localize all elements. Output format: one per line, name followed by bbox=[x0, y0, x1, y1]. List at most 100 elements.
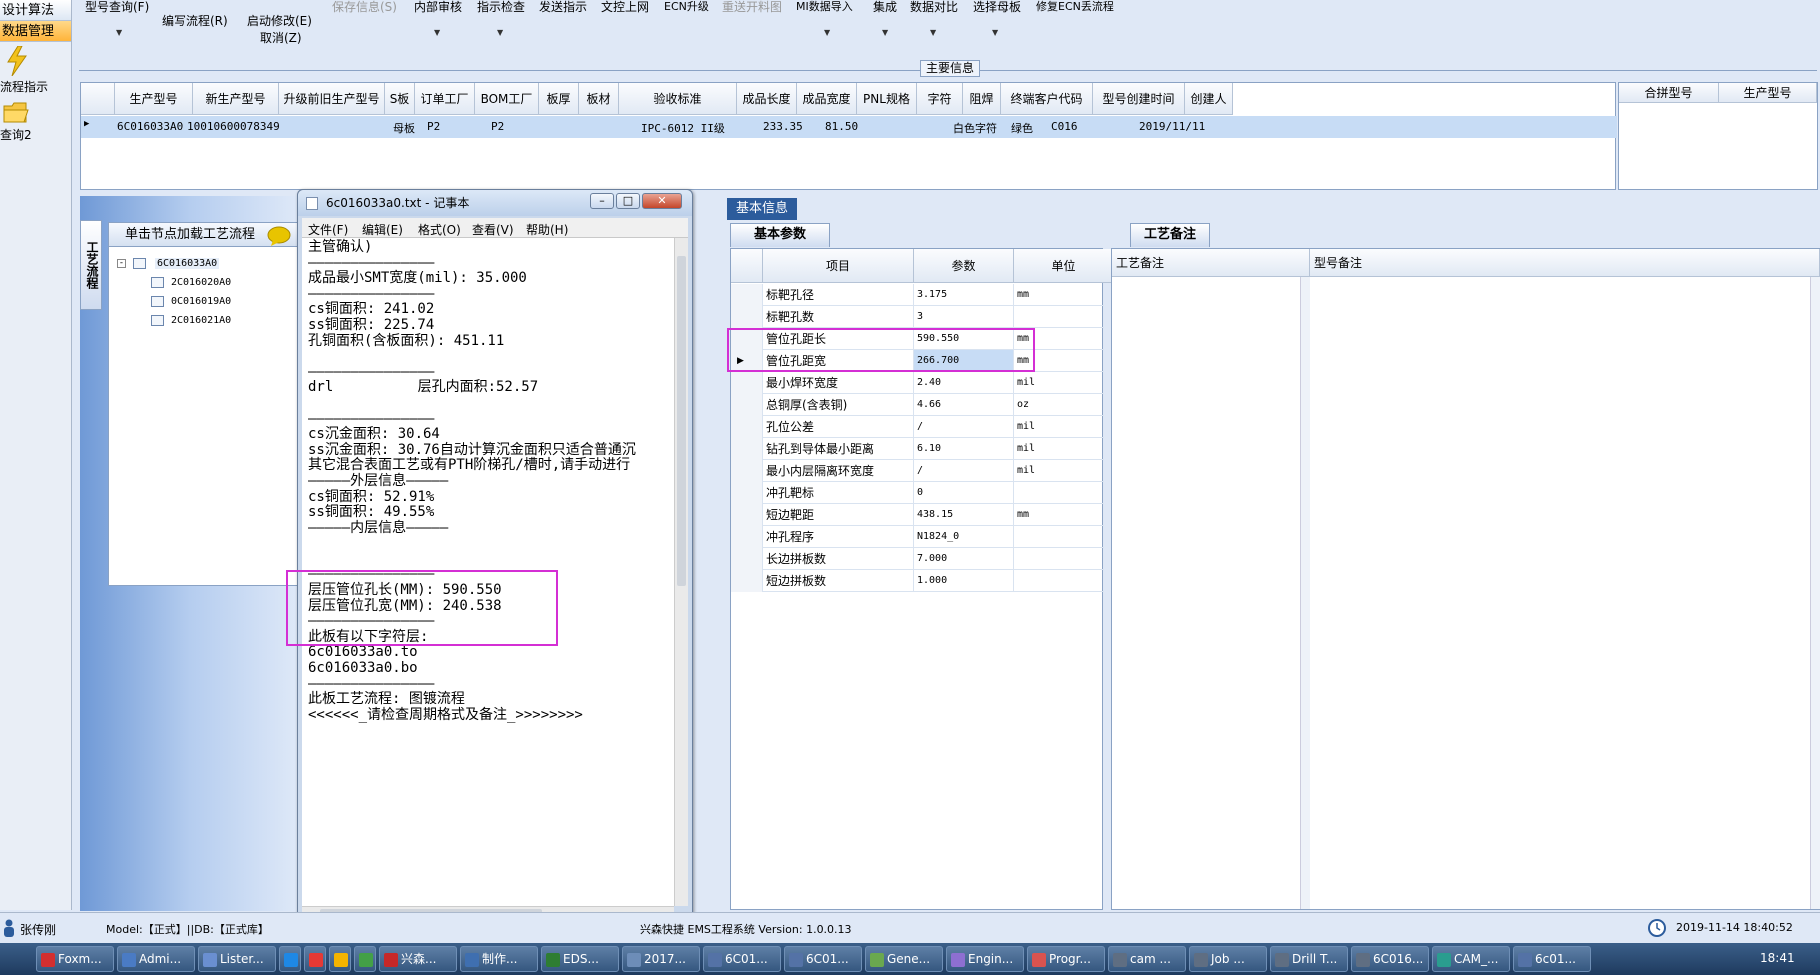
table-row[interactable]: 标靶孔数 3 bbox=[731, 306, 1114, 328]
taskbar-item[interactable]: EDS... bbox=[541, 946, 619, 972]
menu-format[interactable]: 格式(O) bbox=[418, 221, 461, 238]
resend-cutting-diagram-button[interactable]: 重送开料图 bbox=[722, 0, 782, 15]
table-cell[interactable]: / bbox=[914, 416, 1014, 438]
tab-basic-params[interactable]: 基本参数 bbox=[730, 223, 830, 247]
table-row[interactable]: 总铜厚(含表铜) 4.66 oz bbox=[731, 394, 1114, 416]
column-header[interactable]: 新生产型号 bbox=[193, 83, 279, 115]
maximize-button[interactable]: □ bbox=[616, 193, 640, 209]
taskbar-item[interactable] bbox=[329, 946, 351, 972]
minimize-button[interactable]: – bbox=[590, 193, 614, 209]
write-flow-button[interactable]: 编写流程(R) bbox=[162, 12, 228, 29]
column-header[interactable]: BOM工厂 bbox=[475, 83, 539, 115]
column-header[interactable]: 字符 bbox=[917, 83, 963, 115]
taskbar-item[interactable]: 制作... bbox=[460, 946, 538, 972]
table-cell[interactable]: 3 bbox=[914, 306, 1014, 328]
column-header[interactable]: 升级前旧生产型号 bbox=[279, 83, 385, 115]
cancel-button[interactable]: 取消(Z) bbox=[260, 29, 302, 46]
column-header[interactable]: 板材 bbox=[579, 83, 619, 115]
table-row[interactable]: 最小内层隔离环宽度 / mil bbox=[731, 460, 1114, 482]
nav-header-design-algorithm[interactable]: 设计算法 bbox=[0, 0, 71, 21]
column-header[interactable]: S板 bbox=[385, 83, 415, 115]
table-row[interactable]: 标靶孔径 3.175 mm bbox=[731, 284, 1114, 306]
column-header[interactable]: 参数 bbox=[914, 249, 1014, 283]
dropdown-arrow-icon[interactable]: ▼ bbox=[882, 28, 888, 37]
tree-node[interactable]: 2C016021A0 bbox=[171, 315, 231, 326]
table-cell[interactable]: 1.000 bbox=[914, 570, 1014, 592]
scrollbar[interactable] bbox=[1810, 277, 1820, 909]
column-header[interactable]: 成品宽度 bbox=[797, 83, 857, 115]
table-cell[interactable]: 7.000 bbox=[914, 548, 1014, 570]
column-header[interactable]: 型号备注 bbox=[1310, 249, 1820, 277]
tree-node-root[interactable]: 6C016033A0 bbox=[155, 258, 220, 269]
send-instruction-button[interactable]: 发送指示 bbox=[539, 0, 587, 15]
column-header[interactable]: 阻焊 bbox=[963, 83, 1001, 115]
column-header[interactable]: 板厚 bbox=[539, 83, 579, 115]
dropdown-arrow-icon[interactable]: ▼ bbox=[116, 28, 122, 37]
dropdown-arrow-icon[interactable]: ▼ bbox=[497, 28, 503, 37]
taskbar-item[interactable]: 6C016... bbox=[1351, 946, 1429, 972]
taskbar-item[interactable]: Lister... bbox=[198, 946, 276, 972]
taskbar-item[interactable]: Drill T... bbox=[1270, 946, 1348, 972]
select-mother-board-button[interactable]: 选择母板 bbox=[973, 0, 1021, 15]
taskbar-item[interactable]: 6c01... bbox=[1513, 946, 1591, 972]
table-row[interactable]: 长边拼板数 7.000 bbox=[731, 548, 1114, 570]
table-cell[interactable]: / bbox=[914, 460, 1014, 482]
taskbar-item[interactable] bbox=[304, 946, 326, 972]
dropdown-arrow-icon[interactable]: ▼ bbox=[434, 28, 440, 37]
column-header[interactable]: PNL规格 bbox=[857, 83, 917, 115]
ecn-upgrade-button[interactable]: ECN升级 bbox=[664, 0, 709, 14]
vertical-scrollbar[interactable] bbox=[674, 238, 688, 906]
column-header[interactable]: 工艺备注 bbox=[1112, 249, 1310, 277]
data-compare-button[interactable]: 数据对比 bbox=[910, 0, 958, 15]
taskbar-item[interactable]: 6C01... bbox=[784, 946, 862, 972]
tree-node[interactable]: 0C016019A0 bbox=[171, 296, 231, 307]
integrate-button[interactable]: 集成 bbox=[873, 0, 897, 15]
taskbar-item[interactable] bbox=[279, 946, 301, 972]
column-header[interactable]: 单位 bbox=[1014, 249, 1114, 283]
table-row[interactable]: 冲孔靶标 0 bbox=[731, 482, 1114, 504]
notepad-titlebar[interactable]: 6c016033a0.txt - 记事本 – □ ✕ bbox=[298, 190, 692, 216]
speech-bubble-icon[interactable] bbox=[267, 225, 293, 247]
table-row[interactable]: 短边靶距 438.15 mm bbox=[731, 504, 1114, 526]
table-cell[interactable]: N1824_0 bbox=[914, 526, 1014, 548]
column-header[interactable]: 型号创建时间 bbox=[1093, 83, 1185, 115]
taskbar-item[interactable]: cam ... bbox=[1108, 946, 1186, 972]
scrollbar[interactable] bbox=[1300, 277, 1310, 909]
collapse-toggle[interactable]: - bbox=[117, 259, 126, 268]
close-button[interactable]: ✕ bbox=[642, 193, 682, 209]
column-header[interactable]: 终端客户代码 bbox=[1001, 83, 1093, 115]
dropdown-arrow-icon[interactable]: ▼ bbox=[930, 28, 936, 37]
taskbar-item[interactable]: 6C01... bbox=[703, 946, 781, 972]
table-row[interactable]: ▶ 6C016033A0 10010600078349 母板 P2 P2 IPC… bbox=[81, 116, 1617, 138]
taskbar-item[interactable]: 兴森... bbox=[379, 946, 457, 972]
internal-review-button[interactable]: 内部审核 bbox=[414, 0, 462, 15]
column-header[interactable]: 合拼型号 bbox=[1619, 83, 1719, 103]
tab-process-flow[interactable]: 工艺流程 bbox=[80, 220, 102, 310]
tab-process-notes[interactable]: 工艺备注 bbox=[1130, 223, 1210, 247]
save-info-button[interactable]: 保存信息(S) bbox=[332, 0, 397, 15]
instruction-check-button[interactable]: 指示检查 bbox=[477, 0, 525, 15]
table-row[interactable]: 冲孔程序 N1824_0 bbox=[731, 526, 1114, 548]
menu-file[interactable]: 文件(F) bbox=[308, 221, 348, 238]
column-header[interactable]: 生产型号 bbox=[1719, 83, 1817, 103]
nav-item-query2[interactable]: 查询2 bbox=[0, 100, 71, 150]
dropdown-arrow-icon[interactable]: ▼ bbox=[992, 28, 998, 37]
menu-view[interactable]: 查看(V) bbox=[472, 221, 514, 238]
doc-control-upload-button[interactable]: 文控上网 bbox=[601, 0, 649, 15]
scrollbar-thumb[interactable] bbox=[677, 256, 686, 586]
tree-node[interactable]: 2C016020A0 bbox=[171, 277, 231, 288]
dropdown-arrow-icon[interactable]: ▼ bbox=[824, 28, 830, 37]
taskbar-item[interactable]: Engin... bbox=[946, 946, 1024, 972]
taskbar-item[interactable]: CAM_... bbox=[1432, 946, 1510, 972]
taskbar-item[interactable]: Job ... bbox=[1189, 946, 1267, 972]
table-row[interactable]: 钻孔到导体最小距离 6.10 mil bbox=[731, 438, 1114, 460]
model-query-button[interactable]: 型号查询(F) bbox=[85, 0, 149, 15]
column-header[interactable]: 项目 bbox=[763, 249, 914, 283]
nav-header-data-management[interactable]: 数据管理 bbox=[0, 21, 71, 42]
table-cell[interactable]: 2.40 bbox=[914, 372, 1014, 394]
taskbar-item[interactable] bbox=[354, 946, 376, 972]
table-cell[interactable]: 4.66 bbox=[914, 394, 1014, 416]
column-header[interactable]: 生产型号 bbox=[115, 83, 193, 115]
table-row[interactable]: 短边拼板数 1.000 bbox=[731, 570, 1114, 592]
taskbar-item[interactable]: Gene... bbox=[865, 946, 943, 972]
